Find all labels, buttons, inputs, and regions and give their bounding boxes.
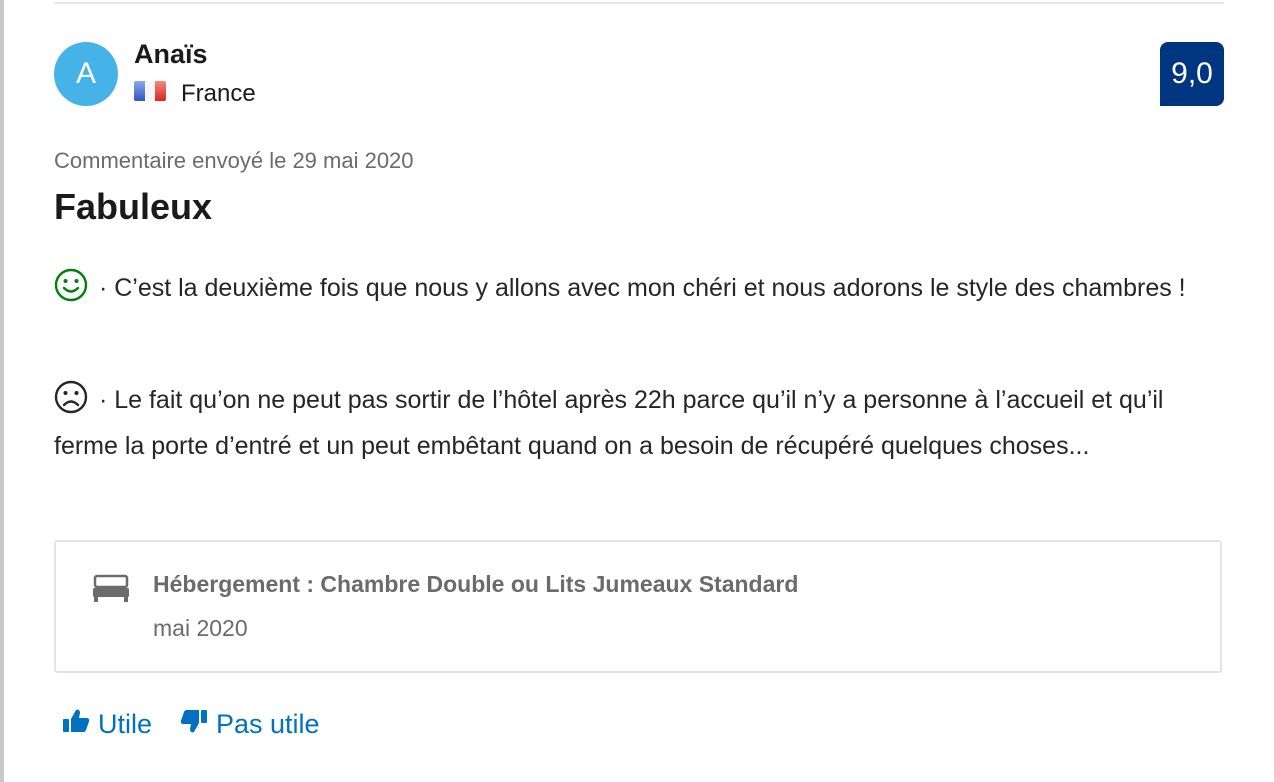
bed-icon [92, 574, 130, 609]
window-edge [0, 0, 4, 782]
negative-comment: · Le fait qu’on ne peut pas sortir de l’… [54, 380, 1229, 466]
reviewer-country: France [181, 80, 256, 107]
review-date: Commentaire envoyé le 29 mai 2020 [54, 148, 414, 173]
helpful-button[interactable]: Utile [62, 708, 152, 741]
top-divider [54, 2, 1224, 4]
positive-comment-text: · C’est la deuxième fois que nous y allo… [92, 274, 1186, 302]
reviewer-name: Anaïs [134, 39, 208, 69]
sad-face-icon [54, 380, 88, 426]
review-score-badge: 9,0 [1160, 42, 1224, 106]
review-title: Fabuleux [54, 186, 213, 227]
thumbs-down-icon [180, 708, 216, 741]
helpful-label: Utile [98, 709, 153, 739]
room-type: Hébergement : Chambre Double ou Lits Jum… [153, 571, 799, 597]
not-helpful-label: Pas utile [216, 709, 320, 739]
france-flag-icon [134, 81, 166, 101]
positive-comment: · C’est la deuxième fois que nous y allo… [54, 268, 1229, 314]
thumbs-up-icon [62, 708, 98, 741]
smiley-face-icon [54, 268, 88, 314]
avatar: A [54, 42, 118, 106]
stay-date: mai 2020 [153, 615, 248, 641]
not-helpful-button[interactable]: Pas utile [180, 708, 320, 741]
negative-comment-text: · Le fait qu’on ne peut pas sortir de l’… [54, 386, 1164, 460]
stay-info-box: Hébergement : Chambre Double ou Lits Jum… [54, 540, 1222, 673]
